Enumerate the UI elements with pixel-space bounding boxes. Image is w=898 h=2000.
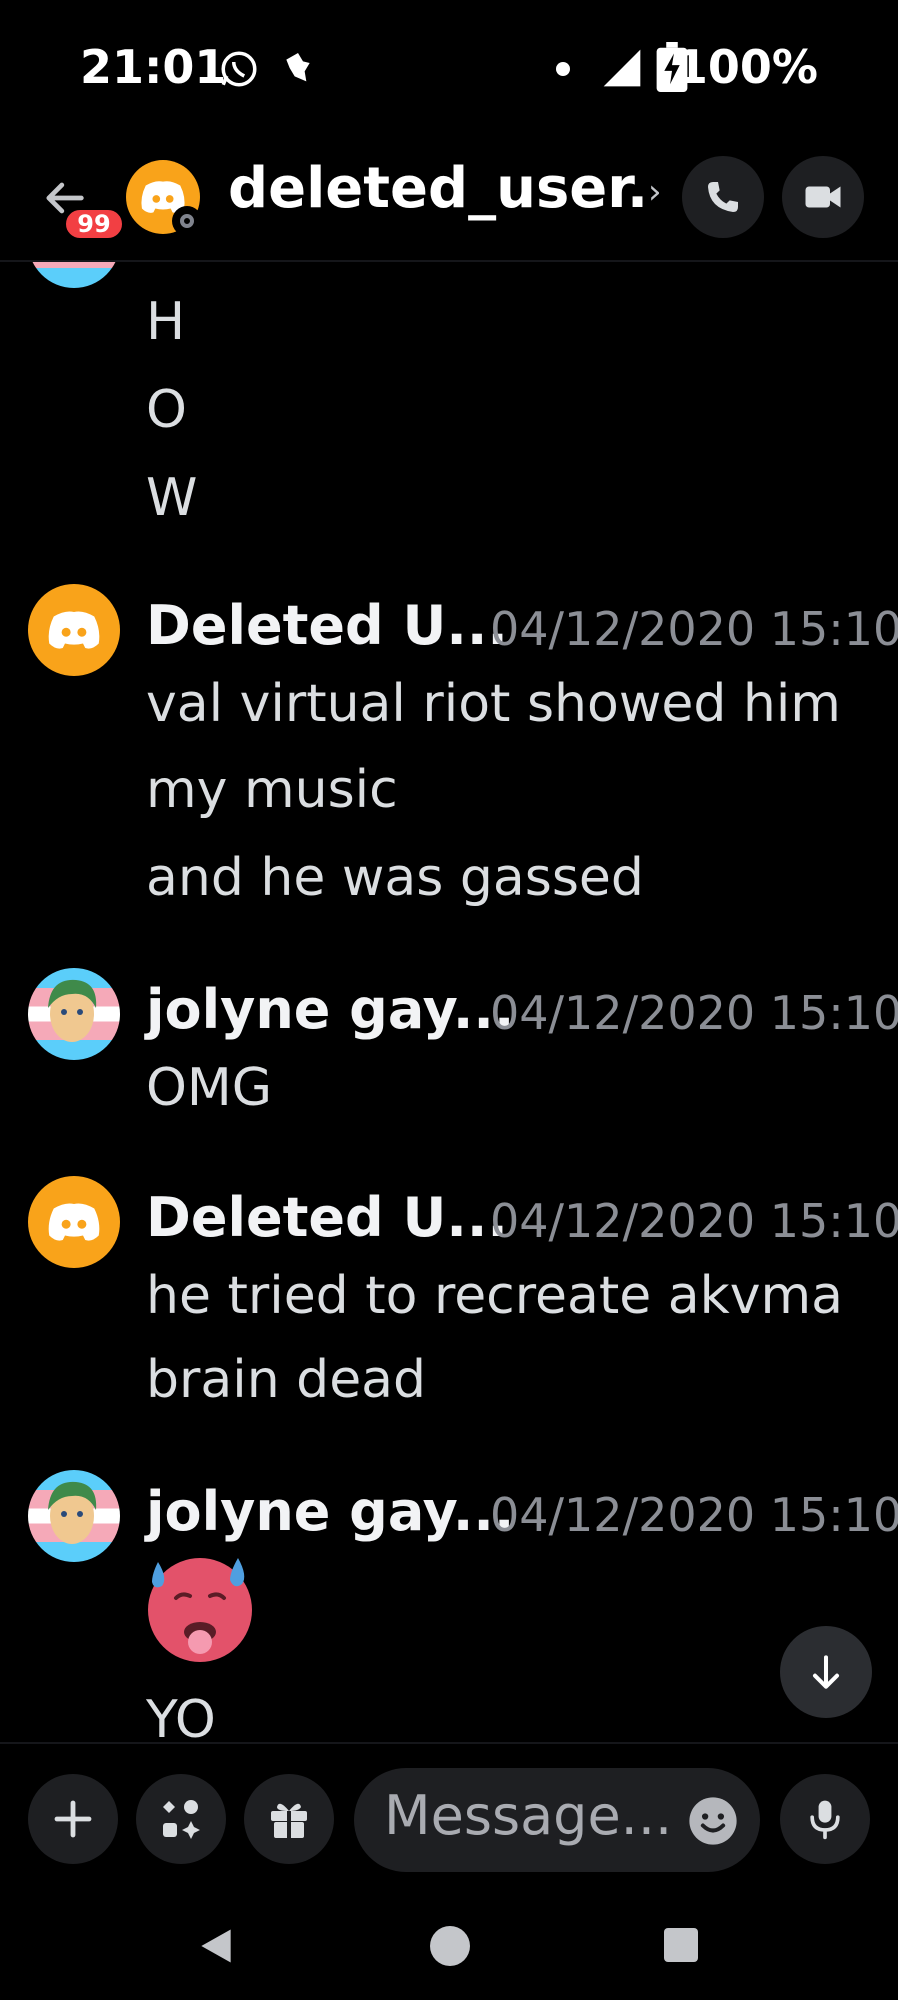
character-portrait-icon	[48, 979, 97, 1042]
voice-message-button[interactable]	[780, 1774, 870, 1864]
character-portrait-icon	[48, 1481, 97, 1544]
message-author[interactable]: jolyne gay...	[146, 1480, 514, 1543]
avatar[interactable]	[28, 584, 120, 676]
apps-button[interactable]	[136, 1774, 226, 1864]
message-line: and he was gassed	[146, 848, 644, 908]
gift-icon	[271, 1803, 307, 1839]
message-timestamp: 04/12/2020 15:10	[490, 986, 898, 1040]
attach-button[interactable]	[28, 1774, 118, 1864]
emoji-icon[interactable]	[686, 1794, 740, 1848]
notification-icon	[286, 53, 310, 82]
apps-icon	[163, 1800, 200, 1839]
discord-logo-icon	[48, 1203, 100, 1241]
discord-logo-icon	[48, 611, 100, 649]
message-line: W	[146, 468, 198, 528]
video-camera-icon	[805, 186, 841, 208]
whatsapp-icon	[221, 51, 257, 87]
message-input-placeholder[interactable]: Message...	[384, 1784, 672, 1847]
jump-to-present-button[interactable]	[780, 1626, 872, 1718]
signal-icon	[603, 49, 641, 87]
phone-icon	[708, 182, 738, 212]
chevron-right-icon[interactable]: ›	[648, 172, 662, 212]
nav-back-icon[interactable]	[194, 1924, 238, 1968]
header-divider	[0, 260, 898, 262]
battery-percent: 100%	[675, 40, 818, 94]
message-line: O	[146, 380, 187, 440]
avatar[interactable]	[28, 968, 120, 1060]
microphone-icon	[810, 1800, 840, 1840]
voice-call-button[interactable]	[682, 156, 764, 238]
nav-home-icon[interactable]	[430, 1926, 470, 1966]
message-author[interactable]: Deleted U...	[146, 594, 508, 657]
message-line: brain dead	[146, 1350, 427, 1410]
video-call-button[interactable]	[782, 156, 864, 238]
avatar[interactable]	[28, 1470, 120, 1562]
message-line: YO	[146, 1690, 216, 1742]
composer-divider	[0, 1742, 898, 1744]
arrow-down-icon	[812, 1655, 840, 1689]
plus-icon	[54, 1800, 92, 1838]
message-line: my music	[146, 760, 398, 820]
message-line: H	[146, 292, 186, 352]
message-line: val virtual riot showed him	[146, 674, 841, 734]
unread-badge: 99	[62, 206, 126, 242]
channel-title[interactable]: deleted_user..	[228, 156, 648, 221]
message-timestamp: 04/12/2020 15:10	[490, 602, 898, 656]
avatar[interactable]	[28, 1176, 120, 1268]
message-timestamp: 04/12/2020 15:10	[490, 1488, 898, 1542]
message-timestamp: 04/12/2020 15:10	[490, 1194, 898, 1248]
message-line: he tried to recreate akvma	[146, 1266, 844, 1326]
nav-recents-icon[interactable]	[664, 1928, 698, 1962]
status-time: 21:01	[80, 40, 227, 94]
message-author[interactable]: Deleted U...	[146, 1186, 508, 1249]
status-offline-icon	[172, 206, 202, 236]
message-author[interactable]: jolyne gay...	[146, 978, 514, 1041]
hot-face-emoji-icon[interactable]	[142, 1548, 258, 1664]
gift-button[interactable]	[244, 1774, 334, 1864]
dot-icon	[556, 62, 570, 76]
message-line: OMG	[146, 1058, 273, 1118]
